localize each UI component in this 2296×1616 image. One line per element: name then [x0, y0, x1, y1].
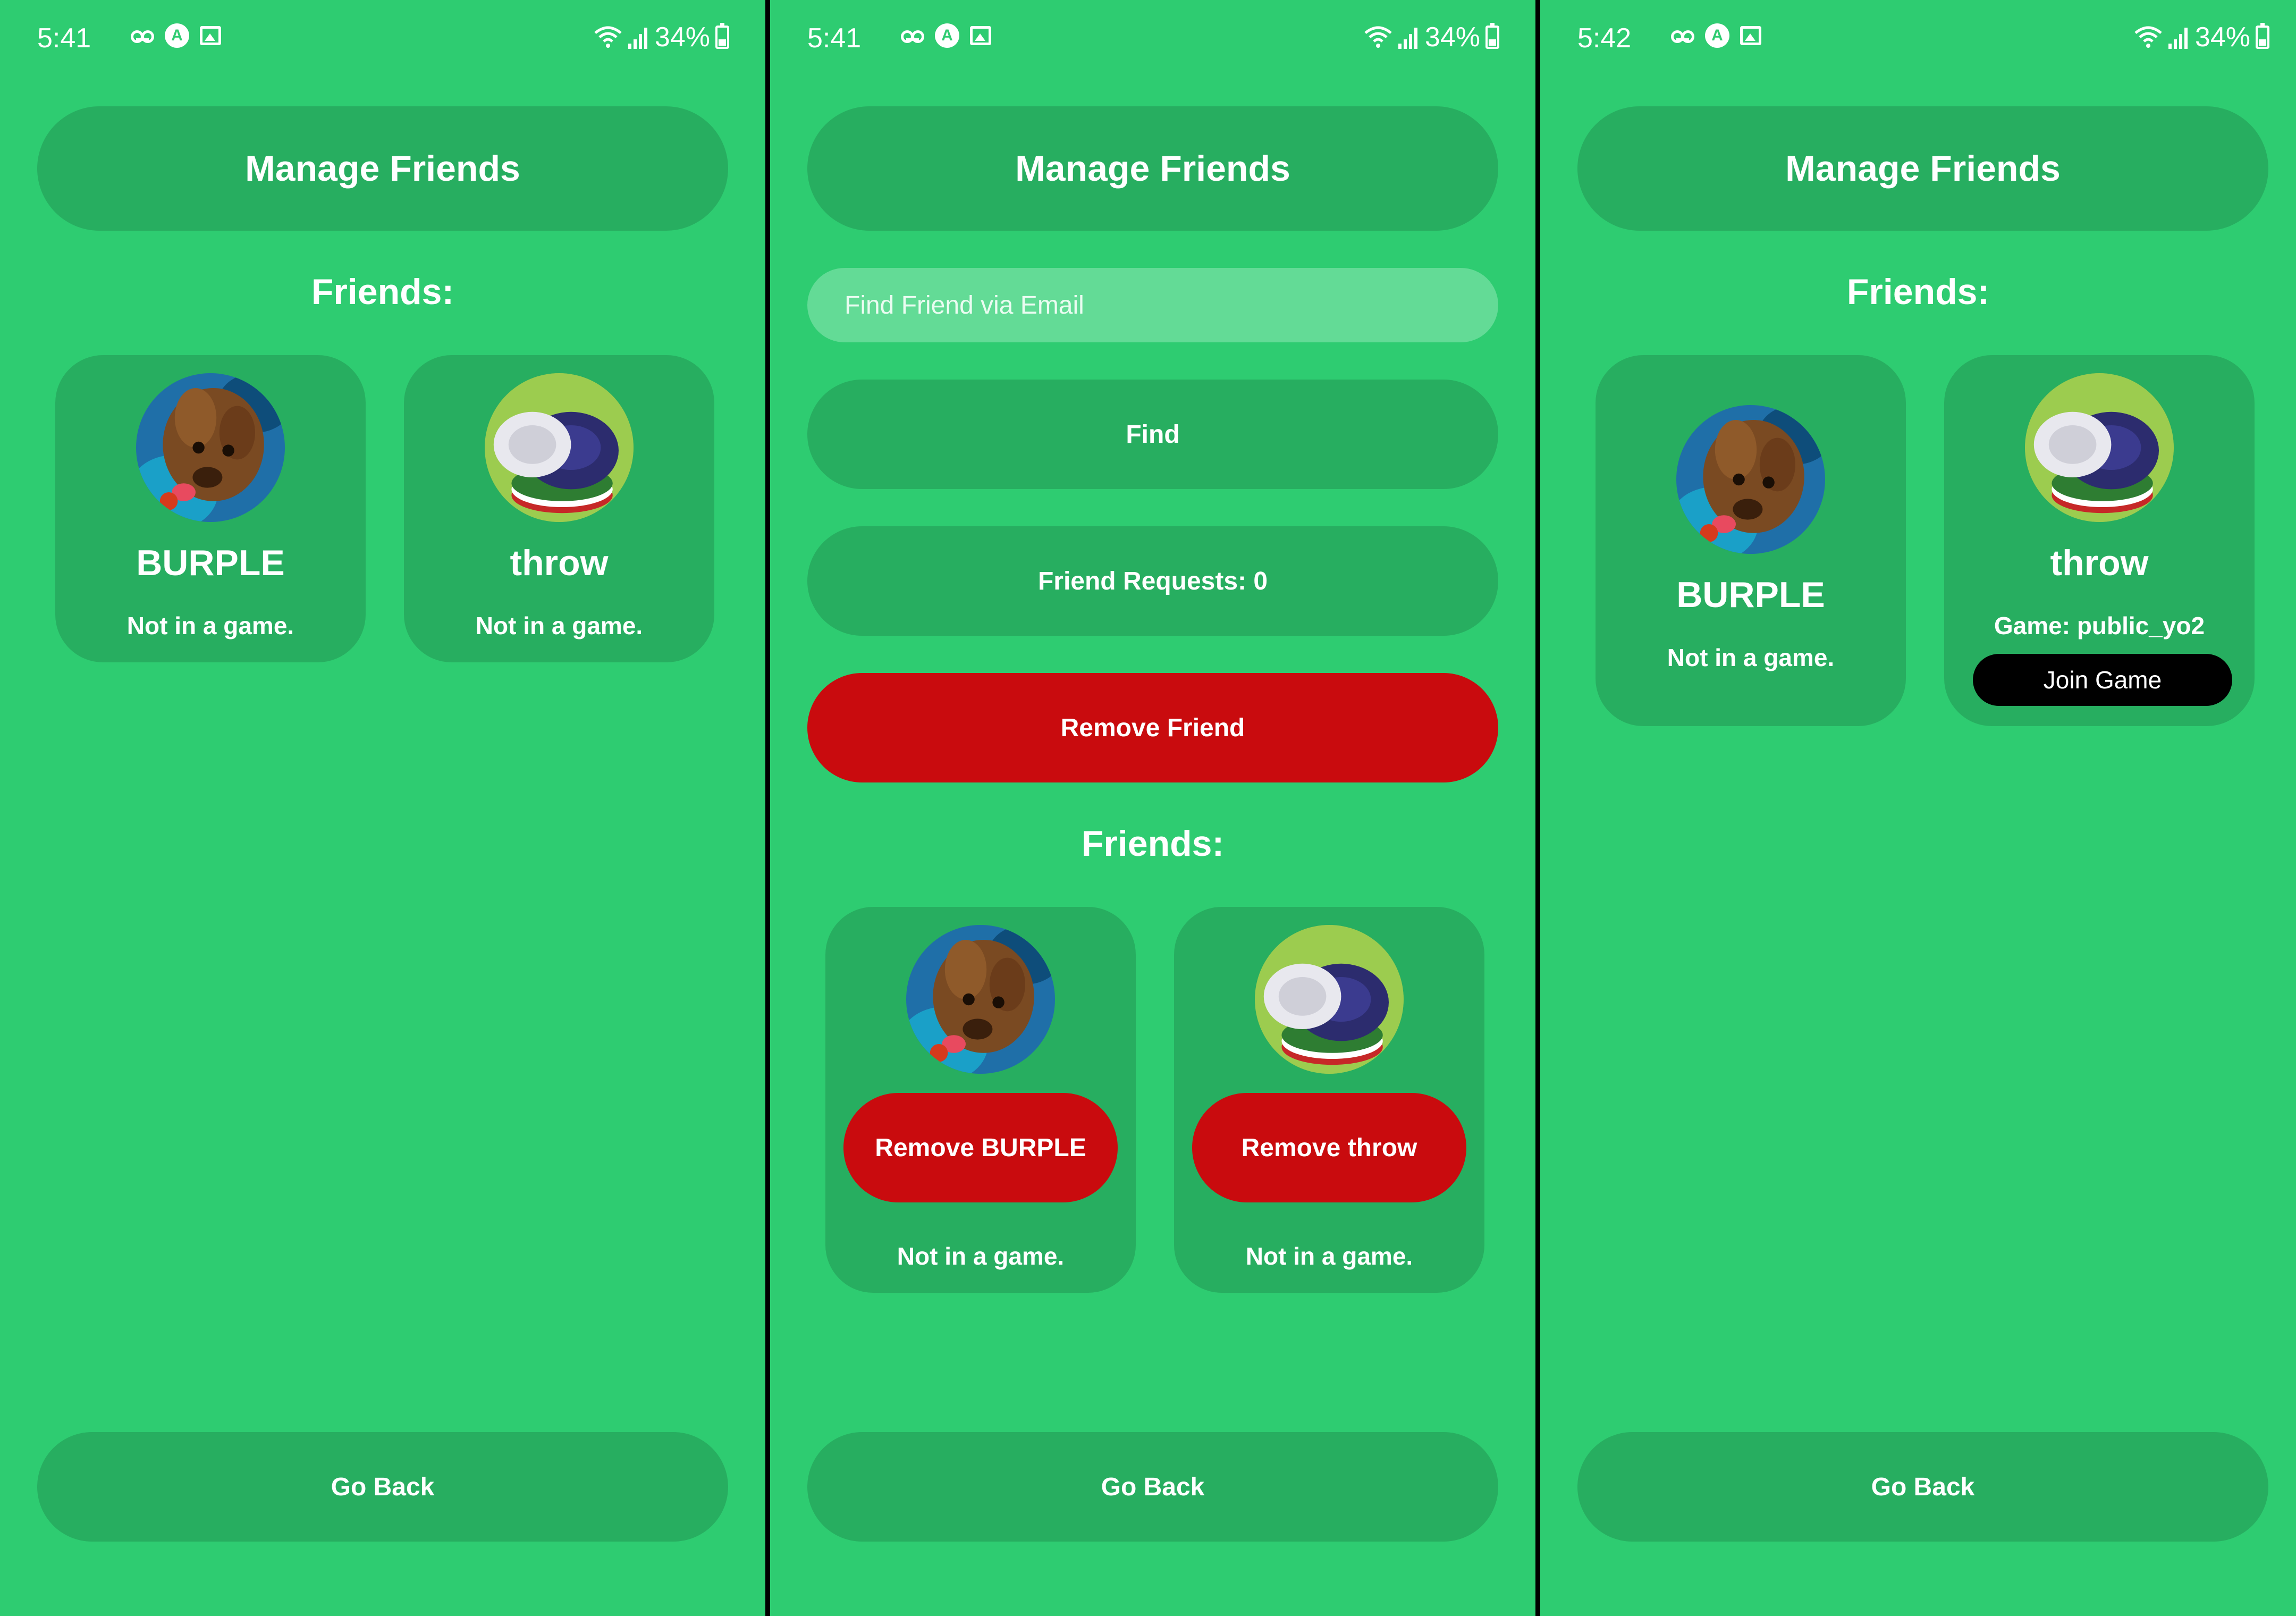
join-game-button[interactable]: Join Game: [1973, 654, 2232, 706]
friend-status: Not in a game.: [475, 612, 643, 639]
friends-heading: Friends:: [311, 272, 454, 312]
friend-name: BURPLE: [1676, 575, 1825, 615]
go-back-button[interactable]: Go Back: [37, 1432, 728, 1542]
friend-card-burple: Remove BURPLE Not in a game.: [825, 907, 1136, 1293]
go-back-button[interactable]: Go Back: [1577, 1432, 2268, 1542]
friend-card-throw: Remove throw Not in a game.: [1174, 907, 1484, 1293]
status-system-icons: 34%: [593, 21, 729, 53]
friend-status: Not in a game.: [1667, 644, 1835, 671]
app-icon: A: [165, 23, 189, 48]
status-bar: 5:41 A 34%: [770, 19, 1535, 56]
friend-avatar: [2025, 373, 2174, 522]
status-system-icons: 34%: [2133, 21, 2269, 53]
friend-avatar: [1255, 925, 1404, 1074]
battery-icon: [1485, 23, 1499, 49]
screens-collage: 5:41 A 34% Manage Friends Friends: BURPL…: [0, 0, 2296, 1616]
friend-card-burple[interactable]: BURPLE Not in a game.: [1596, 355, 1906, 726]
app-icon: A: [1705, 23, 1729, 48]
friend-card-burple[interactable]: BURPLE Not in a game.: [55, 355, 366, 662]
friend-game-status: Game: public_yo2: [1994, 612, 2205, 639]
manage-friends-title[interactable]: Manage Friends: [1577, 106, 2268, 231]
status-system-icons: 34%: [1363, 21, 1499, 53]
status-time: 5:41: [37, 23, 91, 54]
battery-icon: [715, 23, 729, 49]
friend-avatar: [136, 373, 285, 522]
wifi-icon: [1364, 26, 1392, 48]
go-back-button[interactable]: Go Back: [807, 1432, 1498, 1542]
friend-card-throw[interactable]: throw Game: public_yo2 Join Game: [1944, 355, 2255, 726]
image-icon: [1740, 26, 1761, 45]
friend-name: BURPLE: [136, 543, 285, 583]
signal-icon: [628, 26, 649, 49]
battery-icon: [2256, 23, 2269, 49]
friend-status: Not in a game.: [897, 1242, 1065, 1270]
screen-friends-in-game: 5:42 A 34% Manage Friends Friends: BURPL…: [1540, 0, 2296, 1616]
remove-throw-button[interactable]: Remove throw: [1192, 1093, 1466, 1202]
friend-avatar: [485, 373, 634, 522]
status-notification-icons: A: [1671, 23, 1761, 48]
dog-avatar-image: [1676, 405, 1825, 554]
dog-avatar-image: [136, 373, 285, 522]
voicemail-icon: [131, 29, 154, 43]
battery-percent: 34%: [1424, 22, 1480, 53]
remove-friend-button[interactable]: Remove Friend: [807, 673, 1498, 782]
signal-icon: [2168, 26, 2190, 49]
find-friend-email-input[interactable]: [807, 268, 1498, 342]
friend-avatar: [1676, 405, 1825, 554]
status-bar: 5:42 A 34%: [1540, 19, 2296, 56]
signal-icon: [1398, 26, 1420, 49]
status-time: 5:42: [1577, 23, 1632, 54]
screen-friends-list: 5:41 A 34% Manage Friends Friends: BURPL…: [0, 0, 765, 1616]
manage-friends-title[interactable]: Manage Friends: [807, 106, 1498, 231]
wifi-icon: [2134, 26, 2162, 48]
friend-name: throw: [2050, 543, 2149, 583]
battery-percent: 34%: [2194, 22, 2250, 53]
wifi-icon: [594, 26, 622, 48]
chips-avatar-image: [485, 373, 634, 522]
status-bar: 5:41 A 34%: [0, 19, 765, 56]
app-icon: A: [935, 23, 959, 48]
voicemail-icon: [901, 29, 924, 43]
manage-friends-title[interactable]: Manage Friends: [37, 106, 728, 231]
friend-name: throw: [510, 543, 609, 583]
friends-heading: Friends:: [1846, 272, 1990, 312]
friend-requests-button[interactable]: Friend Requests: 0: [807, 526, 1498, 636]
voicemail-icon: [1671, 29, 1694, 43]
battery-percent: 34%: [654, 22, 710, 53]
chips-avatar-image: [1255, 925, 1404, 1074]
find-button[interactable]: Find: [807, 380, 1498, 489]
dog-avatar-image: [906, 925, 1055, 1074]
screen-edit-friends: 5:41 A 34% Manage Friends Find Friend vi…: [770, 0, 1535, 1616]
status-time: 5:41: [807, 23, 862, 54]
image-icon: [200, 26, 221, 45]
remove-burple-button[interactable]: Remove BURPLE: [843, 1093, 1118, 1202]
status-notification-icons: A: [901, 23, 991, 48]
friend-avatar: [906, 925, 1055, 1074]
status-notification-icons: A: [131, 23, 221, 48]
friends-heading: Friends:: [1081, 823, 1225, 864]
image-icon: [970, 26, 991, 45]
chips-avatar-image: [2025, 373, 2174, 522]
friend-card-throw[interactable]: throw Not in a game.: [404, 355, 714, 662]
friend-status: Not in a game.: [126, 612, 294, 639]
friend-status: Not in a game.: [1245, 1242, 1413, 1270]
